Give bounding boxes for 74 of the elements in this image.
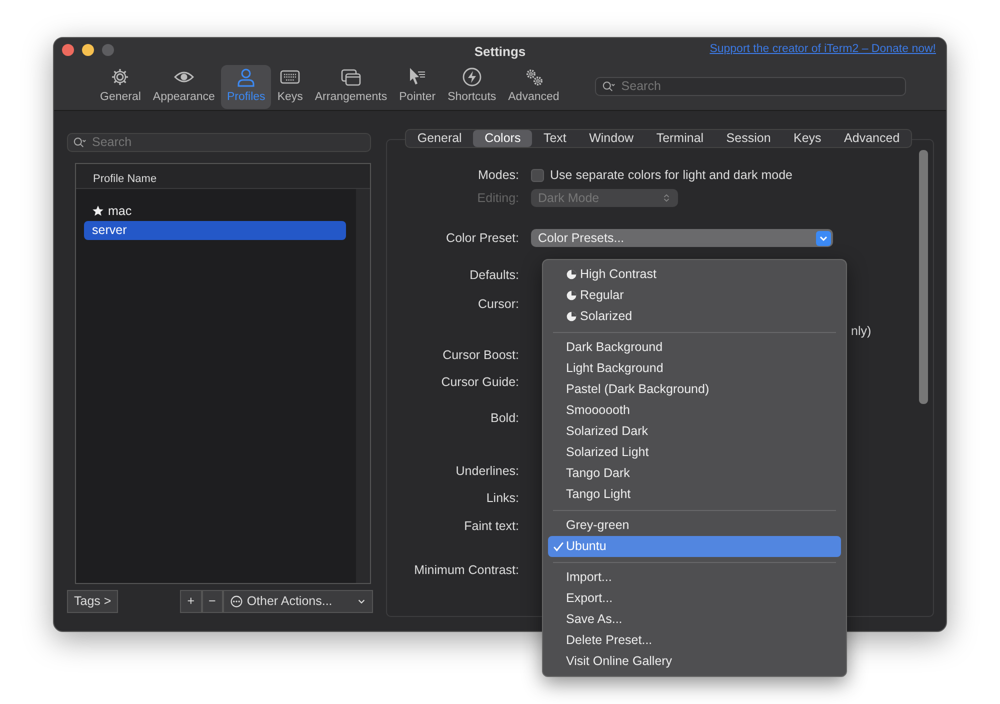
field-label: Editing:	[476, 190, 520, 207]
field-label: Modes:	[477, 166, 520, 184]
bolt-icon	[462, 66, 482, 87]
toolbar-tab[interactable]: Appearance	[146, 64, 221, 108]
menu-item[interactable]: Delete Preset...	[548, 630, 841, 651]
toolbar-tab[interactable]: Pointer	[393, 64, 442, 108]
updown-icon	[662, 192, 671, 204]
profile-name: mac	[108, 202, 132, 220]
profile-tab[interactable]: Session	[714, 130, 782, 147]
pointer-icon	[407, 66, 428, 87]
profile-tab[interactable]: Advanced	[832, 130, 912, 147]
preset-select[interactable]: Color Presets...	[531, 229, 833, 247]
menu-item[interactable]: Regular	[548, 285, 841, 306]
menu-item[interactable]: Tango Dark	[548, 463, 841, 484]
profile-row[interactable]: mac	[84, 202, 346, 220]
option-text: nly)	[851, 322, 872, 340]
menu-item[interactable]: Visit Online Gallery	[548, 651, 841, 672]
profile-tab[interactable]: Window	[578, 130, 645, 147]
menu-item[interactable]: Solarized Light	[548, 442, 841, 463]
toolbar-tab[interactable]: General	[94, 64, 147, 108]
add-button[interactable]: +	[180, 590, 202, 614]
windows-icon	[341, 66, 361, 87]
menu-item[interactable]: Import...	[548, 567, 841, 588]
toolbar-tab[interactable]: Arrangements	[308, 64, 394, 108]
menu-item[interactable]: Solarized Dark	[548, 421, 841, 442]
menu-item[interactable]: Light Background	[548, 358, 841, 379]
checkmark-icon	[553, 541, 564, 552]
menu-item[interactable]: Tango Light	[548, 484, 841, 505]
checkbox[interactable]	[531, 168, 544, 182]
close-button[interactable]	[62, 44, 74, 56]
toolbar-tab[interactable]: Advanced	[502, 64, 566, 108]
person-icon	[236, 66, 256, 87]
profile-tab[interactable]: General	[406, 130, 474, 147]
scrollbar[interactable]	[919, 150, 928, 404]
tags-button[interactable]: Tags >	[67, 590, 118, 614]
field-label: Minimum Contrast:	[413, 562, 520, 579]
gear-icon	[110, 66, 130, 87]
field-label: Cursor Boost:	[442, 346, 520, 364]
profile-tab[interactable]: Text	[532, 130, 578, 147]
other-actions-button[interactable]: Other Actions...	[222, 590, 373, 614]
profile-tab[interactable]: Colors	[473, 130, 532, 147]
profile-name: server	[92, 222, 127, 239]
field-label: Cursor Guide:	[440, 374, 520, 391]
chevron-icon	[356, 597, 366, 606]
profile-tab[interactable]: Keys	[782, 130, 833, 147]
checkbox-label: Use separate colors for light and dark mode	[550, 166, 792, 184]
menu-item[interactable]: High Contrast	[548, 264, 841, 285]
field-label: Color Preset:	[445, 230, 520, 247]
field-label: Faint text:	[463, 518, 520, 535]
field-label: Underlines:	[454, 462, 520, 480]
menu-item[interactable]: Ubuntu	[548, 536, 841, 557]
menu-item[interactable]: Pastel (Dark Background)	[548, 379, 841, 400]
minimize-button[interactable]	[82, 44, 94, 56]
window-title: Settings	[474, 43, 526, 61]
field-label: Links:	[485, 490, 520, 507]
menu-item[interactable]: Dark Background	[548, 337, 841, 358]
menu-item[interactable]: Export...	[548, 588, 841, 609]
profile-tab[interactable]: Terminal	[644, 130, 715, 147]
profile-row[interactable]: server	[84, 220, 346, 240]
field-label: Cursor:	[477, 296, 520, 313]
chevron-icon	[816, 230, 831, 246]
remove-button[interactable]: −	[202, 590, 223, 614]
menu-item[interactable]: Solarized	[548, 306, 841, 327]
column-header[interactable]: Profile Name	[76, 164, 370, 189]
field-label: Bold:	[490, 410, 520, 427]
toolbar-tab[interactable]: Keys	[271, 64, 309, 108]
menu-item[interactable]: Grey-green	[548, 515, 841, 536]
field-label: Defaults:	[468, 266, 520, 284]
more-icon	[230, 595, 243, 608]
toolbar-tab[interactable]: Shortcuts	[442, 64, 502, 108]
menu-item[interactable]: Save As...	[548, 609, 841, 630]
menu-item[interactable]: Smoooooth	[548, 400, 841, 421]
zoom-button[interactable]	[102, 44, 114, 56]
gears-icon	[524, 66, 544, 87]
